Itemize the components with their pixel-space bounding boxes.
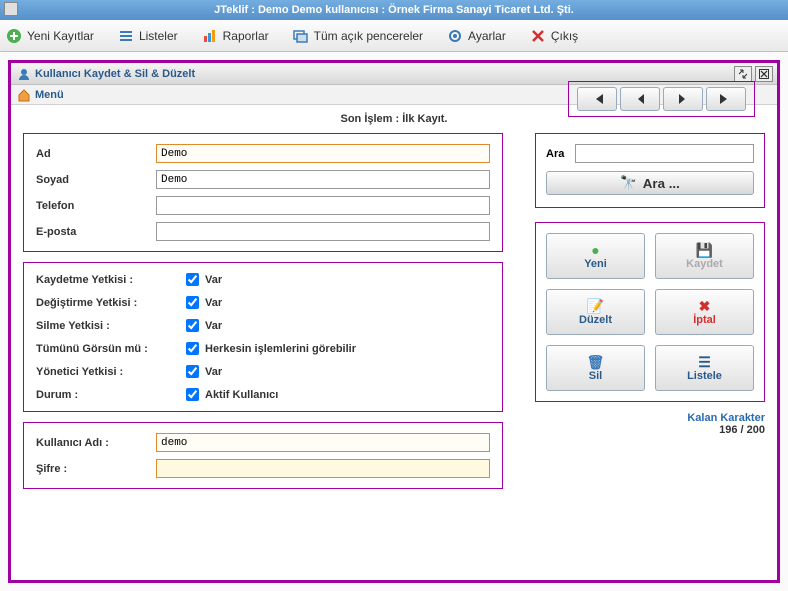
panel-title: Kullanıcı Kaydet & Sil & Düzelt [35,68,195,80]
password-input[interactable] [156,459,490,478]
menu-yeni-kayitlar[interactable]: Yeni Kayıtlar [6,28,94,44]
yonetici-text: Var [205,366,222,378]
identity-group: Ad Soyad Telefon E-posta [23,133,503,252]
workspace: Kullanıcı Kaydet & Sil & Düzelt Menü Son… [0,52,788,591]
close-panel-button[interactable] [755,66,773,82]
kaydetme-label: Kaydetme Yetkisi : [36,274,186,286]
list-action-icon: ☰ [698,355,711,369]
kaydetme-text: Var [205,274,222,286]
app-icon [4,2,18,16]
tumunu-text: Herkesin işlemlerini görebilir [205,343,356,355]
yonetici-label: Yönetici Yetkisi : [36,366,186,378]
window-titlebar: JTeklif : Demo Demo kullanıcısı : Örnek … [0,0,788,20]
menu-raporlar[interactable]: Raporlar [202,28,269,44]
window-title: JTeklif : Demo Demo kullanıcısı : Örnek … [214,4,574,16]
maximize-button[interactable] [734,66,752,82]
telefon-label: Telefon [36,200,156,212]
tumunu-label: Tümünü Görsün mü : [36,343,186,355]
record-nav [568,81,755,117]
silme-label: Silme Yetkisi : [36,320,186,332]
kaydet-button[interactable]: 💾 Kaydet [655,233,754,279]
sil-button[interactable]: 🗑 Sil [546,345,645,391]
degistirme-text: Var [205,297,222,309]
kaydetme-checkbox[interactable] [186,273,199,286]
binoculars-icon: 🔭 [620,175,637,191]
eposta-label: E-posta [36,226,156,238]
nav-prev-button[interactable] [620,87,660,111]
plus-circle-icon [6,28,22,44]
nav-first-button[interactable] [577,87,617,111]
silme-checkbox[interactable] [186,319,199,332]
iptal-button[interactable]: ✖ İptal [655,289,754,335]
edit-icon: 📝 [587,299,604,313]
user-panel: Kullanıcı Kaydet & Sil & Düzelt Menü Son… [8,60,780,583]
silme-text: Var [205,320,222,332]
username-input[interactable] [156,433,490,452]
yonetici-checkbox[interactable] [186,365,199,378]
list-icon [118,28,134,44]
nav-last-button[interactable] [706,87,746,111]
search-button[interactable]: 🔭 Ara ... [546,171,754,195]
nav-next-button[interactable] [663,87,703,111]
degistirme-label: Değiştirme Yetkisi : [36,297,186,309]
menu-listeler[interactable]: Listeler [118,28,178,44]
chart-icon [202,28,218,44]
menu-cikis[interactable]: Çıkış [530,28,578,44]
durum-checkbox[interactable] [186,388,199,401]
remaining-count: 196 / 200 [535,424,765,436]
menu-pencereler[interactable]: Tüm açık pencereler [293,28,423,44]
home-icon [17,88,31,102]
close-icon [530,28,546,44]
cancel-icon: ✖ [699,299,711,313]
ad-input[interactable] [156,144,490,163]
search-group: Ara 🔭 Ara ... [535,133,765,208]
remaining-chars: Kalan Karakter 196 / 200 [535,412,765,436]
listele-button[interactable]: ☰ Listele [655,345,754,391]
actions-group: ● Yeni 💾 Kaydet 📝 Düzelt ✖ İptal [535,222,765,402]
telefon-input[interactable] [156,196,490,215]
soyad-label: Soyad [36,174,156,186]
durum-text: Aktif Kullanıcı [205,389,278,401]
windows-icon [293,28,309,44]
main-menubar: Yeni Kayıtlar Listeler Raporlar Tüm açık… [0,20,788,52]
save-icon: 💾 [696,243,713,257]
user-icon [17,67,31,81]
plus-icon: ● [591,243,599,257]
password-label: Şifre : [36,463,156,475]
permissions-group: Kaydetme Yetkisi : Var Değiştirme Yetkis… [23,262,503,412]
eposta-input[interactable] [156,222,490,241]
menu-link[interactable]: Menü [35,89,64,101]
credentials-group: Kullanıcı Adı : Şifre : [23,422,503,489]
remaining-title: Kalan Karakter [535,412,765,424]
search-label: Ara [546,148,575,160]
degistirme-checkbox[interactable] [186,296,199,309]
trash-icon: 🗑 [587,355,605,369]
menu-ayarlar[interactable]: Ayarlar [447,28,506,44]
gear-icon [447,28,463,44]
search-input[interactable] [575,144,754,163]
ad-label: Ad [36,148,156,160]
duzelt-button[interactable]: 📝 Düzelt [546,289,645,335]
username-label: Kullanıcı Adı : [36,437,156,449]
durum-label: Durum : [36,389,186,401]
tumunu-checkbox[interactable] [186,342,199,355]
yeni-button[interactable]: ● Yeni [546,233,645,279]
soyad-input[interactable] [156,170,490,189]
